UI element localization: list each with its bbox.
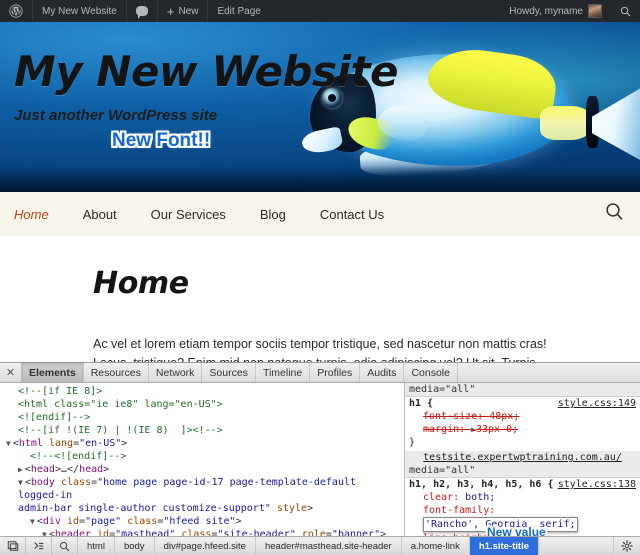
- admin-bar-new-button[interactable]: + New: [158, 0, 208, 22]
- gear-icon[interactable]: [614, 537, 640, 555]
- devtools-toolbar: ✕ Elements Resources Network Sources Tim…: [0, 363, 640, 383]
- nav-menu: Home About Our Services Blog Contact Us: [14, 207, 418, 222]
- tab-sources[interactable]: Sources: [202, 363, 256, 382]
- primary-navigation: Home About Our Services Blog Contact Us: [0, 192, 640, 236]
- search-icon[interactable]: [611, 0, 640, 22]
- tab-profiles[interactable]: Profiles: [310, 363, 361, 382]
- inspect-element-icon[interactable]: [26, 537, 52, 555]
- disclosure-triangle-icon[interactable]: ▶: [18, 465, 23, 474]
- site-branding: My New Website Just another WordPress si…: [0, 22, 640, 152]
- site-header: My New Website Just another WordPress si…: [0, 22, 640, 192]
- search-icon[interactable]: [605, 202, 624, 226]
- css-rule[interactable]: h1, h2, h3, h4, h5, h6 {style.css:138 cle…: [405, 478, 640, 536]
- css-declaration[interactable]: clear: both;: [409, 491, 636, 504]
- css-declaration[interactable]: margin: ▶33px 0;: [409, 423, 636, 436]
- css-source-link[interactable]: style.css:138: [558, 478, 636, 491]
- wp-admin-bar: My New Website + New Edit Page Howdy, myn…: [0, 0, 640, 22]
- dom-node-line[interactable]: ▼ <div id="page" class="hfeed site">: [0, 515, 404, 528]
- howdy-label: Howdy, myname: [509, 5, 583, 17]
- dom-node-line[interactable]: ▼ <html lang="en-US">: [0, 437, 404, 450]
- css-property-name[interactable]: margin: [423, 424, 459, 435]
- admin-bar-account[interactable]: Howdy, myname: [500, 0, 611, 22]
- nav-item-blog[interactable]: Blog: [260, 207, 320, 222]
- css-selector[interactable]: h1 {: [409, 397, 433, 410]
- css-property-name[interactable]: font-family: [423, 505, 489, 516]
- css-rule[interactable]: h1 { style.css:149 font-size: 48px; margin:…: [405, 397, 640, 451]
- nav-item-about[interactable]: About: [83, 207, 151, 222]
- css-property-value[interactable]: 33px 0;: [476, 424, 518, 435]
- dock-panel-icon[interactable]: [0, 537, 26, 555]
- css-declaration[interactable]: font-size: 48px;: [409, 410, 636, 423]
- new-value-annotation: New value: [487, 525, 546, 537]
- css-property-name[interactable]: clear: [423, 492, 453, 503]
- dom-node-line[interactable]: ▼ <body class="home page page-id-17 page-…: [0, 476, 404, 502]
- dom-tree[interactable]: <!--[if IE 8]> <html class="ie ie8" lang=…: [0, 383, 405, 536]
- tab-console[interactable]: Console: [404, 363, 458, 382]
- admin-bar-spacer: [270, 0, 500, 22]
- avatar: [588, 4, 602, 18]
- dom-node-line[interactable]: ▼ <header id="masthead" class="site-heade…: [0, 528, 404, 536]
- css-property-value[interactable]: 48px;: [489, 411, 519, 422]
- new-font-annotation: New Font!!: [112, 129, 211, 151]
- site-title: My New Website: [14, 47, 399, 96]
- entry-content: Ac vel et lorem etiam tempor sociis temp…: [0, 301, 640, 362]
- breadcrumb-item-header-masthead[interactable]: header#masthead.site-header: [256, 537, 402, 555]
- breadcrumb-item-a-home-link[interactable]: a.home-link: [402, 537, 470, 555]
- tab-audits[interactable]: Audits: [360, 363, 405, 382]
- nav-link-home[interactable]: Home: [14, 207, 67, 222]
- css-media-query: media="all": [405, 383, 640, 397]
- wordpress-logo-icon[interactable]: [0, 0, 32, 22]
- nav-link-blog[interactable]: Blog: [260, 207, 304, 222]
- home-link[interactable]: My New Website Just another WordPress si…: [14, 47, 640, 124]
- tab-resources[interactable]: Resources: [84, 363, 149, 382]
- nav-item-contact-us[interactable]: Contact Us: [320, 207, 418, 222]
- breadcrumb-filler: [539, 537, 614, 555]
- tab-network[interactable]: Network: [149, 363, 203, 382]
- css-property-name[interactable]: line-height: [423, 533, 489, 536]
- breadcrumb-item-body[interactable]: body: [115, 537, 155, 555]
- devtools-panel: ✕ Elements Resources Network Sources Tim…: [0, 362, 640, 555]
- dom-node-line[interactable]: ▶ <head>…</head>: [0, 463, 404, 476]
- disclosure-triangle-icon[interactable]: ▼: [18, 478, 23, 487]
- main-content: Home Ac vel et lorem etiam tempor sociis…: [0, 236, 640, 362]
- dom-node-line[interactable]: <html class="ie ie8" lang="en-US">: [0, 398, 404, 411]
- dom-node-line[interactable]: <!--[if !(IE 7) | !(IE 8) ]><!-->: [0, 424, 404, 437]
- page-title: Home: [93, 266, 189, 301]
- admin-bar-new-label: New: [178, 5, 199, 17]
- admin-bar-site-name[interactable]: My New Website: [33, 0, 126, 22]
- nav-item-home[interactable]: Home: [14, 207, 83, 222]
- nav-link-our-services[interactable]: Our Services: [151, 207, 244, 222]
- dom-node-line[interactable]: <!--<![endif]-->: [0, 450, 404, 463]
- dom-node-line[interactable]: admin-bar single-author customize-suppor…: [0, 502, 404, 515]
- disclosure-triangle-icon[interactable]: ▼: [42, 530, 47, 536]
- devtools-breadcrumb-bar: html body div#page.hfeed.site header#mas…: [0, 536, 640, 555]
- disclosure-triangle-icon[interactable]: ▼: [30, 517, 35, 526]
- devtools-panes: <!--[if IE 8]> <html class="ie ie8" lang=…: [0, 383, 640, 536]
- css-property-name[interactable]: font-size: [423, 411, 477, 422]
- css-property-value[interactable]: both;: [465, 492, 495, 503]
- styles-pane[interactable]: media="all" h1 {style.css:149 font-size: 4…: [405, 383, 640, 536]
- nav-item-our-services[interactable]: Our Services: [151, 207, 260, 222]
- dom-node-line[interactable]: <![endif]-->: [0, 411, 404, 424]
- comment-bubble-icon[interactable]: [127, 0, 157, 22]
- close-icon[interactable]: ✕: [0, 363, 22, 382]
- tab-timeline[interactable]: Timeline: [256, 363, 311, 382]
- css-media-query: media="all": [405, 464, 640, 478]
- css-stylesheet-origin: testsite.expertwptraining.com.au/: [405, 451, 640, 464]
- breadcrumb-item-html[interactable]: html: [78, 537, 115, 555]
- site-description: Just another WordPress site: [14, 106, 218, 124]
- breadcrumb-item-h1-site-title[interactable]: h1.site-title: [469, 537, 539, 555]
- plus-icon: +: [166, 3, 175, 19]
- css-selector[interactable]: h1, h2, h3, h4, h5, h6 {: [409, 478, 554, 491]
- css-source-link[interactable]: style.css:149: [558, 397, 636, 410]
- dom-node-line[interactable]: <!--[if IE 8]>: [0, 385, 404, 398]
- search-icon[interactable]: [52, 537, 78, 555]
- css-rule-close-brace: }: [409, 437, 416, 448]
- disclosure-triangle-icon[interactable]: ▼: [6, 439, 11, 448]
- nav-link-contact-us[interactable]: Contact Us: [320, 207, 402, 222]
- tab-elements[interactable]: Elements: [22, 363, 84, 382]
- nav-link-about[interactable]: About: [83, 207, 135, 222]
- breadcrumb-item-div-page[interactable]: div#page.hfeed.site: [155, 537, 256, 555]
- admin-bar-edit-page[interactable]: Edit Page: [208, 0, 269, 22]
